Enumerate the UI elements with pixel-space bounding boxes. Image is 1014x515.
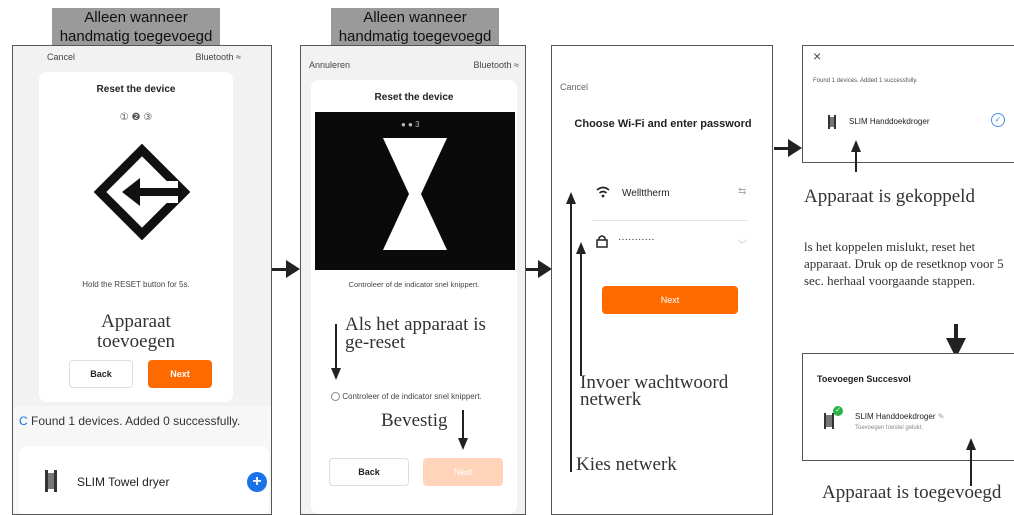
device-name: SLIM Handdoekdroger — [849, 117, 930, 126]
annotation-added: Apparaat is toegevoegd — [822, 482, 1002, 503]
annotation-choose-network: Kies netwerk — [576, 454, 677, 475]
bluetooth-label: Bluetooth ≈ — [195, 52, 242, 62]
arrow-added — [970, 448, 972, 486]
screen-wifi: Cancel Choose Wi-Fi and enter password W… — [551, 45, 773, 515]
arrow-up-icon — [566, 192, 576, 204]
device-item[interactable]: SLIM Towel dryer + — [19, 446, 269, 514]
annotation-failed: ls het koppelen mislukt, reset het appar… — [804, 239, 1004, 288]
arrow-head-2-icon — [538, 260, 552, 278]
loading-icon: C — [19, 414, 28, 428]
arrow-confirm — [462, 410, 464, 438]
annotation-connected: Apparaat is gekoppeld — [804, 186, 975, 207]
close-icon[interactable]: × — [813, 48, 821, 64]
add-device-icon[interactable]: + — [247, 472, 267, 492]
screen-added-success: Toevoegen Succesvol ✓ SLIM Handdoekdroge… — [802, 353, 1014, 461]
annotation-confirm: Bevestig — [381, 410, 448, 431]
arrow-up-icon — [851, 140, 861, 152]
arrow-reset — [335, 324, 337, 368]
indicator-checkbox[interactable]: Controleer of de indicator snel knippert… — [331, 392, 482, 402]
step-indicator: ① ❷ ③ — [119, 112, 153, 123]
arrow-password — [580, 252, 582, 376]
cancel-link[interactable]: Cancel — [47, 52, 75, 62]
hint-text: Controleer of de indicator snel knippert… — [348, 280, 480, 289]
show-password-icon[interactable]: ◡ — [738, 234, 747, 245]
radio-circle-icon[interactable] — [331, 392, 340, 402]
edit-icon[interactable]: ✎ — [938, 412, 945, 421]
towel-dryer-icon — [45, 470, 57, 492]
device-name: SLIM Towel dryer — [77, 475, 170, 489]
arrow-down-icon — [458, 438, 468, 450]
device-name: SLIM Handdoekdroger ✎ — [855, 412, 945, 421]
hourglass-icon — [383, 138, 447, 250]
lock-icon — [596, 235, 608, 248]
screen-device-found: × Found 1 devices. Added 1 successfully.… — [802, 45, 1014, 163]
label-manual-2: Alleen wanneer handmatig toegevoegd — [331, 8, 499, 46]
annotation-input-password: Invoer wachtwoord netwerk — [580, 372, 729, 410]
label-manual-1: Alleen wanneer handmatig toegevoegd — [52, 8, 220, 46]
indicator-animation: ● ● 3 — [315, 112, 515, 270]
arrow-down-icon — [331, 368, 341, 380]
screen-reset-device-2: Annuleren Bluetooth ≈ Reset the device ●… — [300, 45, 526, 515]
screen-reset-device-1: Cancel Bluetooth ≈ Reset the device ① ❷ … — [12, 45, 272, 515]
device-subtitle: Toevoegen toestel gelukt. — [855, 425, 924, 431]
found-status: C Found 1 devices. Added 0 successfully. — [19, 414, 241, 428]
step-indicator: ● ● 3 — [401, 120, 420, 129]
wifi-next-button[interactable]: Next — [602, 286, 738, 314]
switch-network-icon[interactable]: ⇆ — [738, 186, 746, 197]
reset-logo-icon — [94, 144, 190, 240]
password-field[interactable]: ··········· — [618, 234, 655, 245]
next-button[interactable]: Next — [148, 360, 212, 388]
wifi-title: Choose Wi-Fi and enter password — [574, 118, 752, 130]
bluetooth-label: Bluetooth ≈ — [473, 60, 520, 70]
bluetooth-icon: ≈ — [236, 52, 241, 62]
checkmark-icon: ✓ — [991, 113, 1005, 127]
reset-card: Reset the device ① ❷ ③ Hold the RESET bu… — [39, 72, 233, 402]
card-title: Reset the device — [374, 92, 454, 103]
success-title: Toevoegen Succesvol — [817, 374, 911, 384]
bluetooth-icon: ≈ — [514, 60, 519, 70]
hint-text: Hold the RESET button for 5s. — [82, 280, 190, 289]
towel-dryer-icon — [824, 413, 834, 429]
arrow-up-icon — [576, 242, 586, 254]
arrow-network — [570, 202, 572, 472]
success-check-icon: ✓ — [833, 406, 843, 416]
back-button[interactable]: Back — [329, 458, 409, 486]
found-status: Found 1 devices. Added 1 successfully. — [813, 78, 918, 84]
back-button[interactable]: Back — [69, 360, 133, 388]
reset-card: Reset the device ● ● 3 Controleer of de … — [311, 80, 517, 514]
card-title: Reset the device — [96, 84, 176, 95]
arrow-head-1-icon — [286, 260, 300, 278]
towel-dryer-icon — [828, 115, 836, 129]
device-item[interactable]: SLIM Handdoekdroger ✓ — [811, 102, 1014, 142]
arrow-head-3-icon — [788, 139, 802, 157]
network-select[interactable]: Wellttherm — [622, 188, 670, 199]
annotation-reset: Als het apparaat is ge-reset — [345, 314, 486, 353]
arrow-connected — [855, 150, 857, 172]
next-button[interactable]: Next — [423, 458, 503, 486]
cancel-link[interactable]: Annuleren — [309, 60, 350, 70]
wifi-icon — [596, 186, 610, 198]
annotation-apparaat-toevoegen: Apparaat toevoegen — [96, 311, 176, 352]
cancel-link[interactable]: Cancel — [560, 82, 588, 92]
arrow-up-icon — [966, 438, 976, 450]
